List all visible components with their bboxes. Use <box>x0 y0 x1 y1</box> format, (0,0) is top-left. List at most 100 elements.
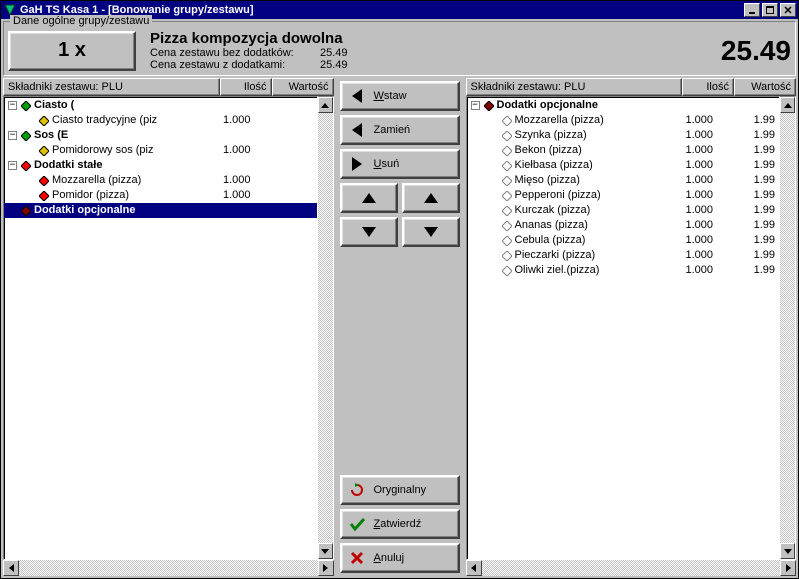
col-value[interactable]: Wartość <box>272 78 334 96</box>
move-down-right-button[interactable] <box>402 217 460 247</box>
row-label: Ciasto ( <box>34 98 74 113</box>
col-value[interactable]: Wartość <box>734 78 796 96</box>
right-hscroll[interactable] <box>466 560 797 576</box>
row-label: Dodatki opcjonalne <box>34 203 135 218</box>
scroll-right-button[interactable] <box>780 560 796 576</box>
row-value: 1.99 <box>717 113 779 128</box>
diamond-icon <box>21 161 31 171</box>
diamond-icon <box>502 236 512 246</box>
app-window: GaH TS Kasa 1 - [Bonowanie grupy/zestawu… <box>0 0 799 579</box>
row-qty: 1.000 <box>665 113 717 128</box>
tree-row[interactable]: Mozzarella (pizza)1.0001.99 <box>467 113 780 128</box>
scroll-left-button[interactable] <box>466 560 482 576</box>
tree-row[interactable]: Pomidor (pizza) 1.000 <box>4 188 317 203</box>
row-qty: 1.000 <box>203 143 255 158</box>
tree-row[interactable]: Dodatki opcjonalne <box>4 203 317 218</box>
tree-row[interactable]: − Sos (E <box>4 128 317 143</box>
scroll-down-button[interactable] <box>780 543 795 559</box>
tree-row[interactable]: − Ciasto ( <box>4 98 317 113</box>
diamond-icon <box>39 116 49 126</box>
tree-row[interactable]: −Dodatki opcjonalne <box>467 98 780 113</box>
tree-row[interactable]: Ananas (pizza)1.0001.99 <box>467 218 780 233</box>
scroll-right-button[interactable] <box>318 560 334 576</box>
remove-button[interactable]: Usuń <box>340 149 460 179</box>
tree-row[interactable]: Mozzarella (pizza)1.000 <box>4 173 317 188</box>
scroll-up-button[interactable] <box>318 97 333 113</box>
tree-row[interactable]: Pieczarki (pizza)1.0001.99 <box>467 248 780 263</box>
diamond-icon <box>484 101 494 111</box>
col-components[interactable]: Składniki zestawu: PLU <box>3 78 220 96</box>
row-value: 1.99 <box>717 188 779 203</box>
scroll-up-button[interactable] <box>780 97 795 113</box>
arrow-up-icon <box>362 193 376 203</box>
tree-row[interactable]: Szynka (pizza)1.0001.99 <box>467 128 780 143</box>
tree-row[interactable]: Cebula (pizza)1.0001.99 <box>467 233 780 248</box>
left-hscroll[interactable] <box>3 560 334 576</box>
left-vscroll[interactable] <box>318 96 334 560</box>
row-label: Szynka (pizza) <box>515 128 587 143</box>
quantity-button[interactable]: 1 x <box>8 31 136 71</box>
tree-row[interactable]: Kurczak (pizza)1.0001.99 <box>467 203 780 218</box>
mid-panel: Wstaw Zamień Usuń Oryginalny Zatwierdź A… <box>336 78 464 576</box>
price-without-value: 25.49 <box>320 47 348 59</box>
move-down-left-button[interactable] <box>340 217 398 247</box>
scroll-down-button[interactable] <box>318 543 333 559</box>
row-label: Ananas (pizza) <box>515 218 588 233</box>
cancel-button[interactable]: Anuluj <box>340 543 460 573</box>
price-with-value: 25.49 <box>320 59 348 71</box>
row-value: 1.99 <box>717 128 779 143</box>
minimize-button[interactable] <box>744 3 760 17</box>
row-qty: 1.000 <box>203 173 255 188</box>
expand-toggle[interactable]: − <box>8 101 17 110</box>
insert-label: staw <box>384 90 407 102</box>
right-tree[interactable]: −Dodatki opcjonalneMozzarella (pizza)1.0… <box>466 96 781 560</box>
row-qty: 1.000 <box>665 218 717 233</box>
tree-row[interactable]: Mięso (pizza)1.0001.99 <box>467 173 780 188</box>
tree-row[interactable]: Oliwki ziel.(pizza)1.0001.99 <box>467 263 780 278</box>
diamond-icon <box>502 206 512 216</box>
arrow-right-icon <box>348 157 366 171</box>
tree-row[interactable]: Kiełbasa (pizza)1.0001.99 <box>467 158 780 173</box>
row-value: 1.99 <box>717 263 779 278</box>
col-qty[interactable]: Ilość <box>220 78 272 96</box>
move-up-left-button[interactable] <box>340 183 398 213</box>
tree-row[interactable]: Pepperoni (pizza)1.0001.99 <box>467 188 780 203</box>
left-tree[interactable]: − Ciasto (Ciasto tradycyjne (piz1.000 − Sos… <box>3 96 318 560</box>
col-components[interactable]: Składniki zestawu: PLU <box>466 78 683 96</box>
row-label: Sos (E <box>34 128 68 143</box>
row-label: Oliwki ziel.(pizza) <box>515 263 600 278</box>
row-qty: 1.000 <box>665 173 717 188</box>
expand-toggle[interactable]: − <box>8 131 17 140</box>
replace-button[interactable]: Zamień <box>340 115 460 145</box>
tree-row[interactable]: Bekon (pizza)1.0001.99 <box>467 143 780 158</box>
diamond-icon <box>21 101 31 111</box>
row-value: 1.99 <box>717 143 779 158</box>
move-up-right-button[interactable] <box>402 183 460 213</box>
maximize-button[interactable] <box>762 3 778 17</box>
left-col-headers: Składniki zestawu: PLU Ilość Wartość <box>3 78 334 96</box>
arrow-down-icon <box>424 227 438 237</box>
col-qty[interactable]: Ilość <box>682 78 734 96</box>
expand-toggle[interactable]: − <box>8 161 17 170</box>
diamond-icon <box>502 266 512 276</box>
row-qty: 1.000 <box>203 188 255 203</box>
row-label: Pieczarki (pizza) <box>515 248 596 263</box>
original-label: Oryginalny <box>374 484 452 496</box>
arrow-up-icon <box>424 193 438 203</box>
expand-toggle[interactable]: − <box>471 101 480 110</box>
diamond-icon <box>502 191 512 201</box>
scroll-left-button[interactable] <box>3 560 19 576</box>
row-label: Mięso (pizza) <box>515 173 580 188</box>
confirm-button[interactable]: Zatwierdź <box>340 509 460 539</box>
row-label: Pomidor (pizza) <box>52 188 129 203</box>
tree-row[interactable]: Pomidorowy sos (piz1.000 <box>4 143 317 158</box>
original-button[interactable]: Oryginalny <box>340 475 460 505</box>
row-qty: 1.000 <box>665 248 717 263</box>
diamond-icon <box>502 221 512 231</box>
row-label: Dodatki stałe <box>34 158 102 173</box>
right-vscroll[interactable] <box>780 96 796 560</box>
insert-button[interactable]: Wstaw <box>340 81 460 111</box>
tree-row[interactable]: Ciasto tradycyjne (piz1.000 <box>4 113 317 128</box>
close-button[interactable] <box>780 3 796 17</box>
tree-row[interactable]: − Dodatki stałe <box>4 158 317 173</box>
